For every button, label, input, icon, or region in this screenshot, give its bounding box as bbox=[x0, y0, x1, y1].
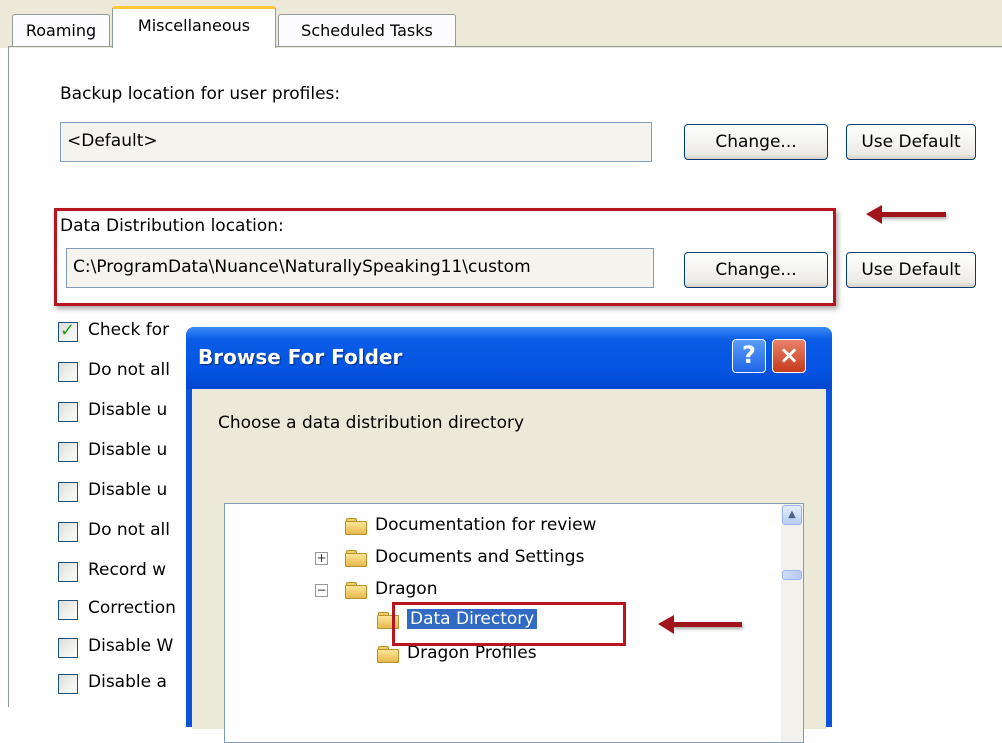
checkbox-label: Disable u bbox=[88, 440, 168, 460]
tab-roaming[interactable]: Roaming bbox=[12, 14, 110, 46]
tab-miscellaneous[interactable]: Miscellaneous bbox=[112, 6, 276, 48]
tree-scrollbar[interactable]: ▲ bbox=[781, 504, 803, 742]
browse-for-folder-dialog: Browse For Folder ? × Choose a data dist… bbox=[186, 327, 832, 743]
data-distribution-use-default-button[interactable]: Use Default bbox=[846, 252, 976, 288]
checkbox[interactable] bbox=[58, 562, 78, 582]
folder-icon bbox=[345, 518, 367, 535]
expand-plus-icon[interactable]: + bbox=[315, 552, 328, 565]
backup-use-default-button[interactable]: Use Default bbox=[846, 124, 976, 160]
checkbox-label: Disable a bbox=[88, 672, 167, 692]
help-button[interactable]: ? bbox=[732, 339, 766, 373]
checkbox[interactable]: ✓ bbox=[58, 320, 78, 342]
tree-item-label: Documents and Settings bbox=[375, 547, 585, 567]
check-mark-icon: ✓ bbox=[60, 320, 76, 341]
close-button[interactable]: × bbox=[772, 339, 806, 373]
tab-strip: Roaming Miscellaneous Scheduled Tasks bbox=[0, 0, 1002, 48]
tab-scheduled-tasks[interactable]: Scheduled Tasks bbox=[278, 14, 456, 46]
checkbox-label: Check for bbox=[88, 320, 170, 340]
tree-item-label: Dragon bbox=[375, 579, 438, 599]
checkbox[interactable] bbox=[58, 674, 78, 694]
backup-location-field[interactable]: <Default> bbox=[60, 122, 652, 162]
dialog-client-area: Choose a data distribution directory Doc… bbox=[192, 389, 826, 743]
folder-icon bbox=[345, 582, 367, 599]
annotation-arrow-icon bbox=[866, 205, 946, 224]
tree-item-label: Dragon Profiles bbox=[407, 643, 537, 663]
checkbox-label: Record w bbox=[88, 560, 167, 580]
checkbox-label: Do not all bbox=[88, 520, 171, 540]
folder-icon bbox=[345, 550, 367, 567]
backup-change-button[interactable]: Change... bbox=[684, 124, 828, 160]
scroll-thumb[interactable] bbox=[782, 570, 802, 580]
checkbox[interactable] bbox=[58, 442, 78, 462]
highlight-box-data-directory bbox=[392, 602, 626, 646]
checkbox-label: Do not all bbox=[88, 360, 171, 380]
checkbox[interactable] bbox=[58, 482, 78, 502]
dialog-title: Browse For Folder bbox=[198, 345, 403, 369]
checkbox-label: Correction bbox=[88, 598, 176, 618]
checkbox[interactable] bbox=[58, 600, 78, 620]
checkbox[interactable] bbox=[58, 522, 78, 542]
checkbox[interactable] bbox=[58, 638, 78, 658]
dialog-title-bar[interactable]: Browse For Folder ? × bbox=[186, 327, 832, 389]
tree-item-label: Documentation for review bbox=[375, 515, 597, 535]
highlight-box-data-distribution bbox=[54, 208, 836, 306]
checkbox-label: Disable u bbox=[88, 400, 168, 420]
checkbox[interactable] bbox=[58, 402, 78, 422]
checkbox-label: Disable W bbox=[88, 636, 174, 656]
checkbox[interactable] bbox=[58, 362, 78, 382]
dialog-prompt: Choose a data distribution directory bbox=[218, 413, 525, 433]
annotation-arrow-icon bbox=[658, 615, 742, 634]
checkbox-label: Disable u bbox=[88, 480, 168, 500]
scroll-up-icon[interactable]: ▲ bbox=[782, 505, 802, 525]
collapse-minus-icon[interactable]: − bbox=[315, 584, 328, 597]
folder-icon bbox=[377, 646, 399, 663]
backup-location-label: Backup location for user profiles: bbox=[60, 84, 341, 104]
